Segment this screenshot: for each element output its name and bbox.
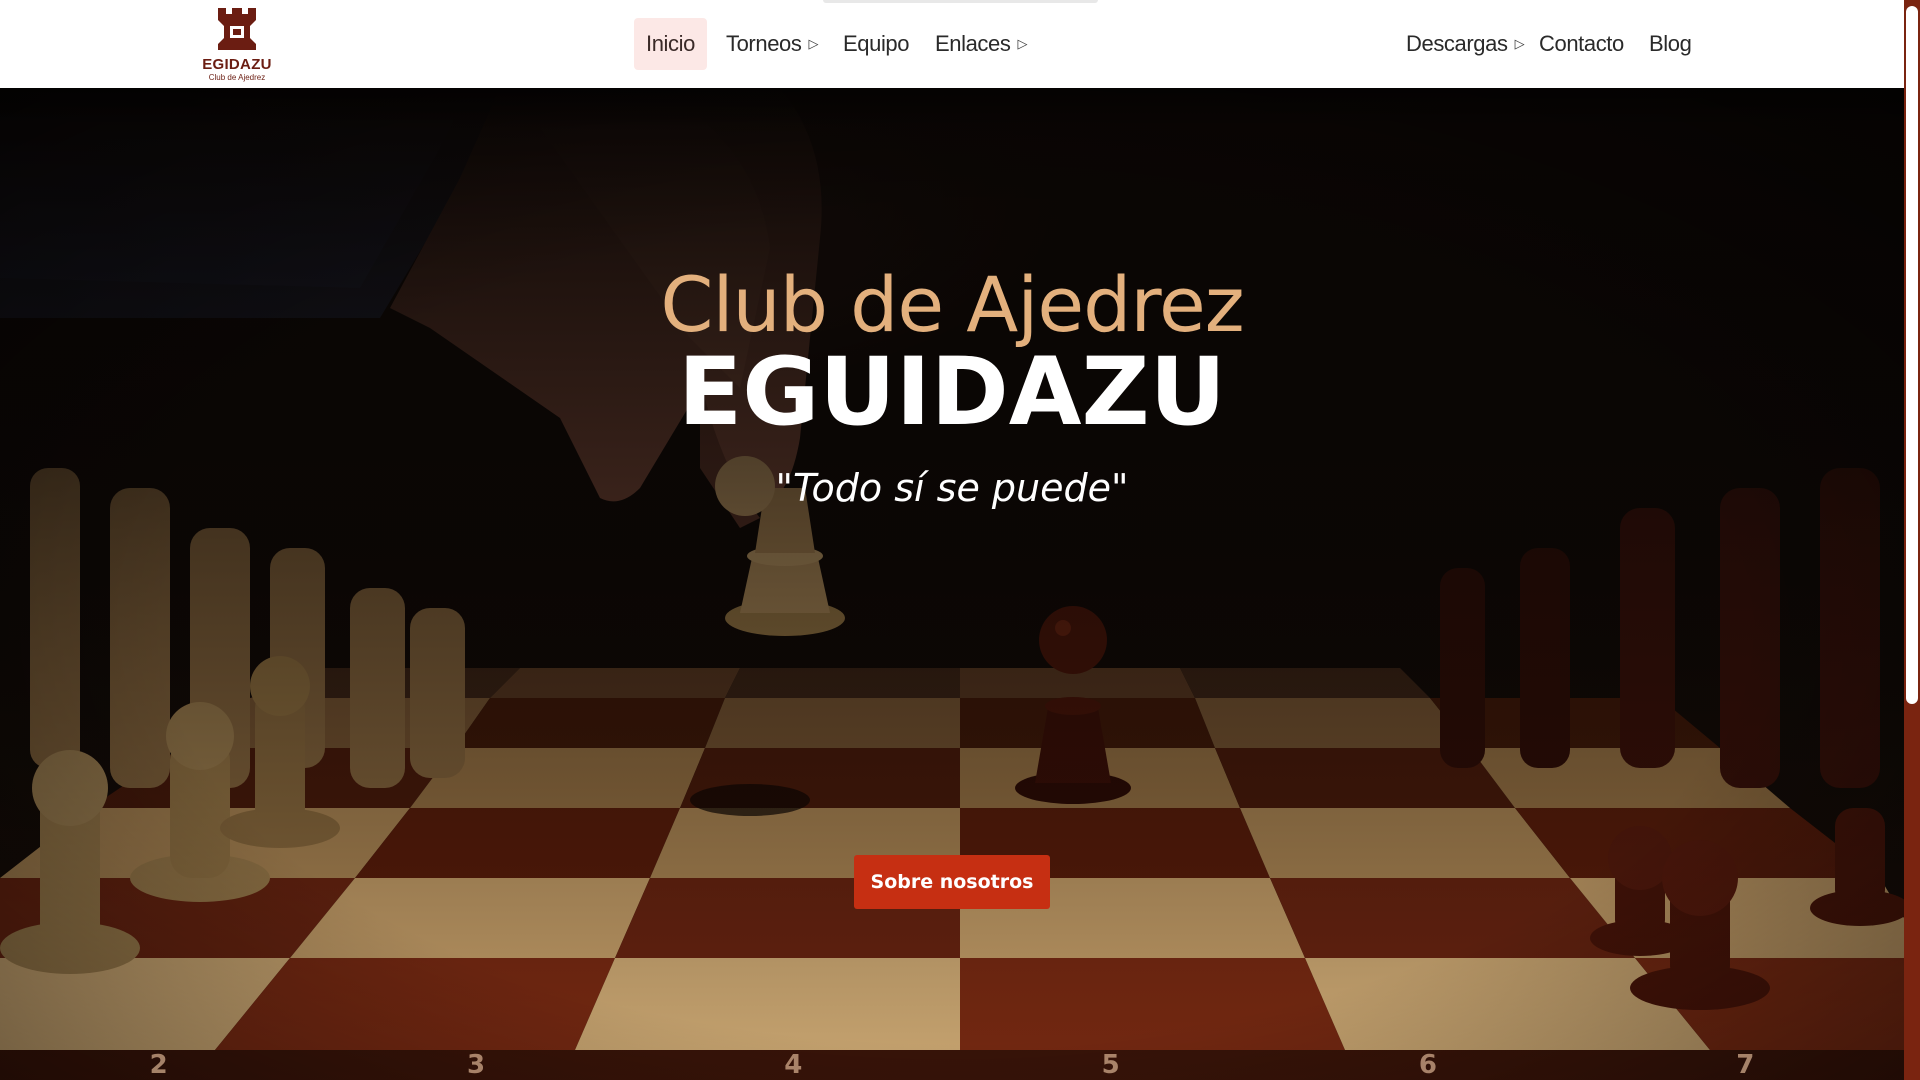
- nav-label: Enlaces: [935, 31, 1011, 56]
- nav-label: Contacto: [1539, 31, 1624, 56]
- nav-item-enlaces[interactable]: Enlaces ▷: [935, 18, 1027, 70]
- nav-label: Equipo: [843, 31, 910, 56]
- about-us-button[interactable]: Sobre nosotros: [854, 855, 1050, 909]
- rook-crown-icon: [218, 8, 256, 50]
- board-number: 7: [1736, 1050, 1755, 1080]
- hero-title-line1: Club de Ajedrez: [660, 260, 1244, 349]
- nav-item-contacto[interactable]: Contacto: [1539, 18, 1624, 70]
- board-edge-numbers: 2 3 4 5 6 7: [0, 1050, 1904, 1080]
- triangle-right-icon: ▷: [1017, 36, 1028, 51]
- nav-item-blog[interactable]: Blog: [1649, 18, 1692, 70]
- chessboard-background: [0, 88, 1904, 1080]
- nav-label: Inicio: [646, 31, 695, 56]
- header-top-line: [823, 0, 1098, 3]
- logo-subtitle: Club de Ajedrez: [208, 73, 266, 82]
- nav-label: Descargas: [1406, 31, 1508, 56]
- logo-title: EGIDAZU: [202, 56, 272, 73]
- board-number: 5: [1101, 1050, 1120, 1080]
- nav-label: Blog: [1649, 31, 1692, 56]
- nav-item-torneos[interactable]: Torneos ▷: [726, 18, 818, 70]
- board-number: 3: [466, 1050, 486, 1080]
- nav-item-descargas[interactable]: Descargas ▷: [1406, 18, 1525, 70]
- board-number: 6: [1418, 1050, 1438, 1080]
- site-header: EGIDAZU Club de Ajedrez Inicio Torneos ▷…: [0, 0, 1904, 88]
- nav-item-equipo[interactable]: Equipo: [843, 18, 910, 70]
- site-logo[interactable]: EGIDAZU Club de Ajedrez: [200, 4, 274, 82]
- board-number: 2: [149, 1050, 168, 1080]
- triangle-right-icon: ▷: [1514, 36, 1525, 51]
- nav-item-inicio[interactable]: Inicio: [634, 18, 707, 70]
- hero-title-line2: EGUIDAZU: [678, 338, 1226, 447]
- nav-label: Torneos: [726, 31, 802, 56]
- header-shadow: [0, 88, 1904, 128]
- board-number: 4: [784, 1050, 803, 1080]
- triangle-right-icon: ▷: [808, 36, 819, 51]
- hero-tagline: "Todo sí se puede": [775, 466, 1129, 510]
- scrollbar-thumb[interactable]: [1906, 6, 1918, 704]
- hero-section: 2 3 4 5 6 7 Club de Ajedrez EGUIDAZU "To…: [0, 88, 1904, 1080]
